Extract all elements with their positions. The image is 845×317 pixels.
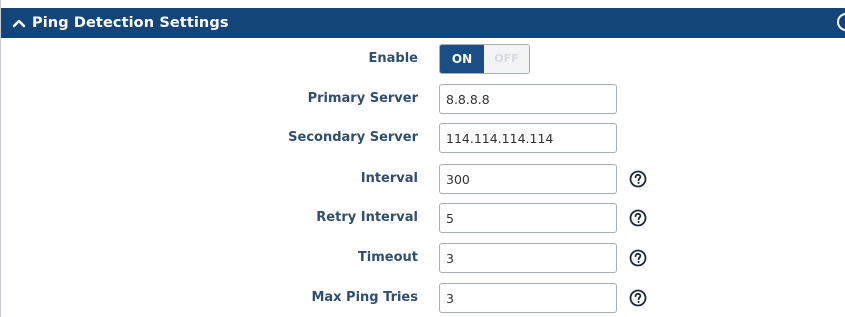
primary-server-input[interactable] — [439, 84, 617, 114]
section-title: Ping Detection Settings — [32, 15, 229, 31]
retry-interval-row: Retry Interval — [1, 202, 845, 234]
timeout-help-icon[interactable] — [629, 249, 647, 267]
chevron-up-icon[interactable] — [12, 16, 26, 30]
secondary-server-input[interactable] — [439, 123, 617, 153]
retry-interval-label: Retry Interval — [316, 210, 418, 225]
primary-server-row: Primary Server — [1, 83, 845, 115]
secondary-server-label: Secondary Server — [288, 130, 418, 145]
enable-label: Enable — [368, 51, 419, 66]
enable-toggle[interactable]: ON OFF — [439, 44, 530, 74]
retry-interval-input[interactable] — [439, 203, 617, 233]
ping-detection-panel: Ping Detection Settings Enable ON OFF Pr… — [0, 0, 845, 317]
interval-row: Interval — [1, 163, 845, 195]
help-icon[interactable] — [837, 13, 845, 31]
max-ping-tries-input[interactable] — [439, 283, 617, 313]
max-ping-tries-help-icon[interactable] — [629, 289, 647, 307]
retry-interval-help-icon[interactable] — [629, 209, 647, 227]
toggle-on-label[interactable]: ON — [440, 45, 484, 73]
max-ping-tries-label: Max Ping Tries — [311, 290, 418, 305]
max-ping-tries-row: Max Ping Tries — [1, 282, 845, 314]
secondary-server-row: Secondary Server — [1, 122, 845, 154]
primary-server-label: Primary Server — [307, 91, 418, 106]
enable-row: Enable ON OFF — [1, 43, 845, 75]
timeout-label: Timeout — [357, 250, 418, 265]
interval-input[interactable] — [439, 164, 617, 194]
timeout-input[interactable] — [439, 243, 617, 273]
section-header[interactable]: Ping Detection Settings — [1, 8, 845, 38]
toggle-off-label[interactable]: OFF — [484, 45, 529, 73]
timeout-row: Timeout — [1, 242, 845, 274]
interval-label: Interval — [360, 171, 418, 186]
interval-help-icon[interactable] — [629, 170, 647, 188]
